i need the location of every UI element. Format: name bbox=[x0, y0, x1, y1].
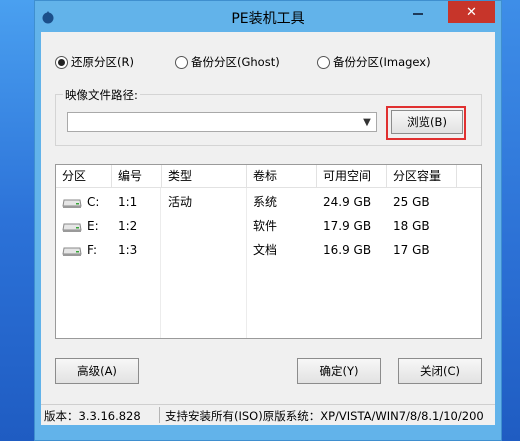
free-space-cell: 24.9 GB bbox=[323, 195, 372, 209]
label-cell: 文档 bbox=[253, 243, 278, 257]
table-header: 分区 编号 类型 卷标 可用空间 分区容量 bbox=[56, 165, 481, 188]
type-cell bbox=[162, 238, 168, 262]
close-icon: ✕ bbox=[466, 4, 477, 20]
close-button[interactable]: 关闭(C) bbox=[398, 358, 482, 384]
column-header[interactable]: 卷标 bbox=[247, 165, 317, 188]
pe-installer-window: PE装机工具 ✕ 还原分区(R) 备份分区(Ghost) 备份分区(Imagex… bbox=[34, 0, 502, 441]
free-space-cell: 16.9 GB bbox=[323, 243, 372, 257]
capacity-cell: 18 GB bbox=[393, 219, 430, 233]
column-header[interactable]: 类型 bbox=[162, 165, 247, 188]
type-cell bbox=[162, 214, 168, 238]
type-cell: 活动 bbox=[168, 195, 193, 209]
number-cell: 1:1 bbox=[118, 195, 138, 209]
partition-cell: C: bbox=[56, 190, 99, 214]
title-bar[interactable]: PE装机工具 ✕ bbox=[35, 1, 501, 33]
supported-systems-text: 支持安装所有(ISO)原版系统：XP/VISTA/WIN7/8/8.1/10/2… bbox=[165, 409, 484, 423]
status-divider bbox=[159, 407, 160, 423]
number-cell: 1:3 bbox=[118, 243, 138, 257]
drive-letter: C: bbox=[87, 195, 100, 209]
hard-drive-icon bbox=[62, 223, 82, 232]
radio-restore-label: 还原分区(R) bbox=[71, 55, 134, 69]
radio-dot bbox=[317, 55, 330, 69]
label-cell: 软件 bbox=[253, 219, 278, 233]
column-header[interactable]: 可用空间 bbox=[317, 165, 387, 188]
radio-backup-imagex[interactable]: 备份分区(Imagex) bbox=[317, 54, 431, 70]
main-panel: 还原分区(R) 备份分区(Ghost) 备份分区(Imagex) 映像文件路径:… bbox=[41, 32, 495, 404]
advanced-button[interactable]: 高级(A) bbox=[55, 358, 139, 384]
image-path-combobox[interactable]: ▼ bbox=[67, 112, 377, 132]
radio-backup-imagex-label: 备份分区(Imagex) bbox=[333, 55, 431, 69]
partition-cell: E: bbox=[56, 214, 99, 238]
partition-cell: F: bbox=[56, 238, 97, 262]
version-text: 版本：3.3.16.828 bbox=[44, 409, 141, 423]
label-cell: 系统 bbox=[253, 195, 278, 209]
radio-backup-ghost[interactable]: 备份分区(Ghost) bbox=[175, 54, 280, 70]
window-close-button[interactable]: ✕ bbox=[448, 1, 495, 23]
ok-button[interactable]: 确定(Y) bbox=[297, 358, 381, 384]
drive-letter: E: bbox=[87, 219, 99, 233]
free-space-cell: 17.9 GB bbox=[323, 219, 372, 233]
radio-restore[interactable]: 还原分区(R) bbox=[55, 54, 134, 70]
radio-dot bbox=[175, 55, 188, 69]
column-header[interactable]: 分区容量 bbox=[387, 165, 457, 188]
status-bar: 版本：3.3.16.828 支持安装所有(ISO)原版系统：XP/VISTA/W… bbox=[41, 404, 495, 425]
column-header[interactable]: 分区 bbox=[56, 165, 112, 188]
drive-letter: F: bbox=[87, 243, 98, 257]
minimize-icon bbox=[413, 13, 423, 15]
chevron-down-icon[interactable]: ▼ bbox=[361, 116, 373, 128]
number-cell: 1:2 bbox=[118, 219, 138, 233]
browse-highlight-box bbox=[386, 106, 466, 140]
capacity-cell: 17 GB bbox=[393, 243, 430, 257]
column-header[interactable]: 编号 bbox=[112, 165, 162, 188]
table-row[interactable]: E: 1:2 软件 17.9 GB 18 GB bbox=[56, 214, 481, 238]
table-row[interactable]: C: 1:1 活动 系统 24.9 GB 25 GB bbox=[56, 190, 481, 214]
table-row[interactable]: F: 1:3 文档 16.9 GB 17 GB bbox=[56, 238, 481, 262]
radio-dot bbox=[55, 55, 68, 69]
hard-drive-icon bbox=[62, 199, 82, 208]
desktop-background-left bbox=[0, 0, 34, 441]
radio-backup-ghost-label: 备份分区(Ghost) bbox=[191, 55, 280, 69]
image-path-label: 映像文件路径: bbox=[63, 87, 140, 103]
capacity-cell: 25 GB bbox=[393, 195, 430, 209]
hard-drive-icon bbox=[62, 247, 82, 256]
partition-table: 分区 编号 类型 卷标 可用空间 分区容量 C: 1:1 活动 系统 24.9 … bbox=[55, 164, 482, 339]
minimize-button[interactable] bbox=[403, 1, 433, 23]
